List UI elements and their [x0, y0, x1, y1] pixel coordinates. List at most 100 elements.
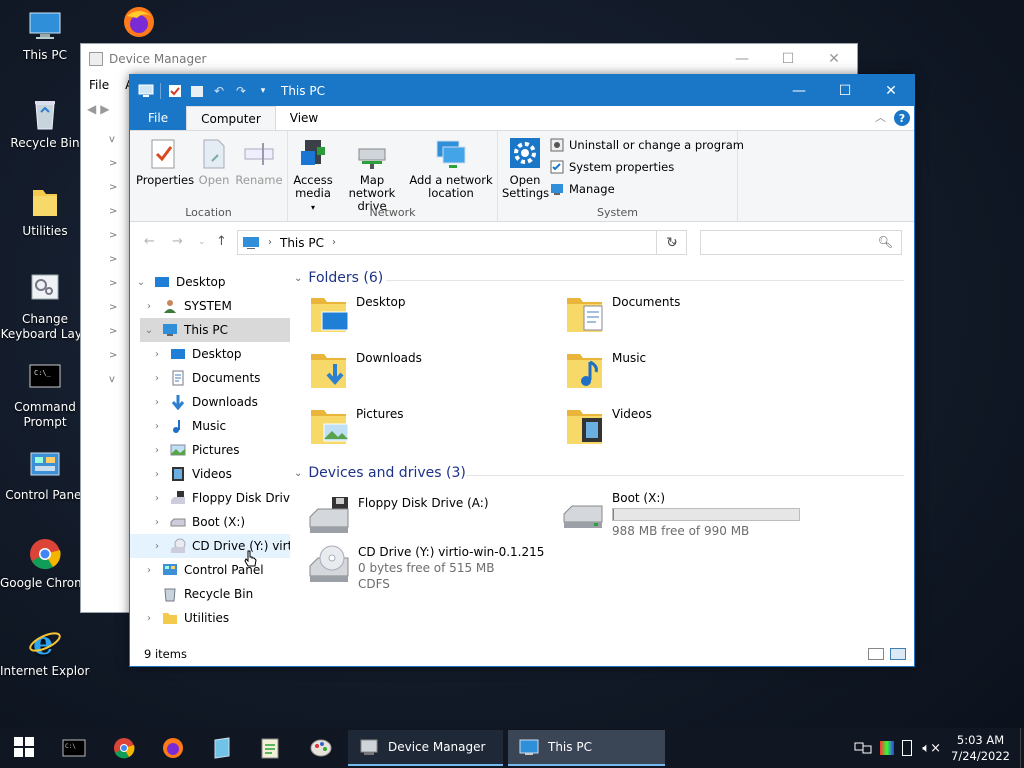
- back-arrow-icon[interactable]: ←: [144, 234, 155, 249]
- collapsed-chevron-icon[interactable]: ›: [152, 397, 162, 408]
- show-desktop-button[interactable]: [1020, 728, 1024, 768]
- forward-arrow-icon[interactable]: →: [172, 234, 183, 249]
- breadcrumb-chevron-icon[interactable]: ›: [268, 237, 272, 248]
- search-input[interactable]: 🔍︎: [700, 230, 902, 255]
- address-bar[interactable]: › This PC › ⌄: [237, 230, 687, 255]
- tree-chevron-icon[interactable]: >: [87, 158, 133, 182]
- drive-cd[interactable]: CD Drive (Y:) virtio-win-0.1.215 0 bytes…: [298, 544, 558, 596]
- collapsed-chevron-icon[interactable]: ›: [152, 493, 162, 504]
- folder-item[interactable]: Documents: [564, 292, 680, 336]
- desktop-icon-internet-explorer[interactable]: e Internet Explorer: [0, 624, 90, 679]
- desktop-icon-google-chrome[interactable]: Google Chrome: [0, 536, 90, 591]
- nav-item[interactable]: › Desktop: [130, 342, 290, 366]
- folders-section-header[interactable]: ⌄ Folders (6): [294, 270, 904, 286]
- taskbar-app-notebook[interactable]: [210, 736, 234, 760]
- tab-view[interactable]: View: [276, 106, 332, 130]
- collapsed-chevron-icon[interactable]: ›: [152, 517, 162, 528]
- close-button[interactable]: ✕: [868, 75, 914, 106]
- nav-item[interactable]: Recycle Bin: [130, 582, 290, 606]
- maximize-button[interactable]: ☐: [765, 44, 811, 74]
- expanded-chevron-icon[interactable]: ⌄: [144, 325, 154, 336]
- nav-item[interactable]: › SYSTEM: [130, 294, 290, 318]
- desktop-icon-recycle-bin[interactable]: Recycle Bin: [0, 96, 90, 151]
- open-settings-button[interactable]: Open Settings: [502, 137, 549, 200]
- tree-chevron-icon[interactable]: >: [87, 278, 133, 302]
- drive-floppy[interactable]: Floppy Disk Drive (A:): [298, 495, 538, 540]
- new-folder-icon[interactable]: [189, 83, 205, 99]
- taskbar-chrome[interactable]: [112, 736, 136, 760]
- folder-item[interactable]: Videos: [564, 404, 652, 448]
- system-properties-button[interactable]: System properties: [550, 157, 674, 177]
- nav-item[interactable]: › Boot (X:): [130, 510, 290, 534]
- taskbar-this-pc[interactable]: This PC: [508, 730, 665, 766]
- collapsed-chevron-icon[interactable]: ›: [152, 421, 162, 432]
- tab-computer[interactable]: Computer: [186, 106, 276, 130]
- redo-icon[interactable]: ↷: [233, 83, 249, 99]
- tree-chevron-icon[interactable]: v: [87, 134, 133, 158]
- minimize-button[interactable]: —: [776, 75, 822, 106]
- nav-item[interactable]: › Music: [130, 414, 290, 438]
- start-button[interactable]: [13, 736, 37, 760]
- collapsed-chevron-icon[interactable]: ›: [152, 469, 162, 480]
- tree-chevron-icon[interactable]: >: [87, 254, 133, 278]
- taskbar-app-notepad[interactable]: [258, 736, 282, 760]
- color-management-icon[interactable]: [880, 741, 895, 755]
- tree-chevron-icon[interactable]: >: [87, 302, 133, 326]
- uninstall-program-button[interactable]: Uninstall or change a program: [550, 135, 744, 155]
- nav-item[interactable]: › Pictures: [130, 438, 290, 462]
- nav-item[interactable]: ⌄ This PC: [140, 318, 290, 342]
- expanded-chevron-icon[interactable]: ⌄: [136, 277, 146, 288]
- manage-button[interactable]: Manage: [550, 179, 615, 199]
- rename-button[interactable]: Rename: [234, 137, 284, 187]
- nav-item[interactable]: › CD Drive (Y:) virtic: [130, 534, 290, 558]
- tree-chevron-icon[interactable]: >: [87, 182, 133, 206]
- desktop-icon-control-panel[interactable]: Control Panel: [0, 448, 90, 503]
- nav-item[interactable]: › Documents: [130, 366, 290, 390]
- maximize-button[interactable]: ☐: [822, 75, 868, 106]
- nav-item[interactable]: › Videos: [130, 462, 290, 486]
- large-icons-view-icon[interactable]: [890, 648, 906, 660]
- properties-button[interactable]: Properties: [136, 137, 194, 187]
- help-icon[interactable]: ?: [894, 110, 910, 126]
- folder-item[interactable]: Desktop: [308, 292, 406, 336]
- details-view-icon[interactable]: [868, 648, 884, 660]
- tree-chevron-icon[interactable]: v: [87, 374, 133, 398]
- nav-item[interactable]: › Downloads: [130, 390, 290, 414]
- desktop-icon-firefox[interactable]: [94, 4, 184, 44]
- drives-section-header[interactable]: ⌄ Devices and drives (3): [294, 465, 904, 481]
- tree-chevron-icon[interactable]: >: [87, 326, 133, 350]
- properties-check-icon[interactable]: [167, 83, 183, 99]
- open-button[interactable]: Open: [196, 137, 232, 187]
- desktop-icon-utilities[interactable]: Utilities: [0, 184, 90, 239]
- tree-chevron-icon[interactable]: >: [87, 230, 133, 254]
- minimize-button[interactable]: —: [719, 44, 765, 74]
- add-network-location-button[interactable]: Add a network location: [408, 137, 494, 200]
- desktop-icon-this-pc[interactable]: This PC: [0, 8, 90, 63]
- collapsed-chevron-icon[interactable]: ›: [144, 301, 154, 312]
- back-arrow-icon[interactable]: ◀: [87, 102, 96, 116]
- usb-device-icon[interactable]: [902, 740, 913, 756]
- breadcrumb-chevron-icon[interactable]: ›: [332, 237, 336, 248]
- drive-boot[interactable]: Boot (X:) 988 MB free of 990 MB: [552, 490, 812, 542]
- title-bar[interactable]: Device Manager — ☐ ✕: [81, 44, 857, 74]
- taskbar-command-prompt[interactable]: C:\: [62, 736, 86, 760]
- nav-item[interactable]: › Control Panel: [130, 558, 290, 582]
- collapse-ribbon-icon[interactable]: ︿: [875, 109, 886, 125]
- taskbar-app-paint[interactable]: [309, 736, 333, 760]
- nav-item[interactable]: ⌄ Desktop: [130, 270, 290, 294]
- collapsed-chevron-icon[interactable]: ›: [152, 541, 162, 552]
- title-bar[interactable]: ↶ ↷ ▾ This PC — ☐ ✕: [130, 75, 914, 106]
- recent-locations-chevron-icon[interactable]: ⌄: [198, 237, 206, 247]
- nav-item[interactable]: › Floppy Disk Drive: [130, 486, 290, 510]
- file-explorer-window[interactable]: ↶ ↷ ▾ This PC — ☐ ✕ File Computer View ︿…: [129, 74, 915, 667]
- up-arrow-icon[interactable]: ↑: [216, 234, 227, 249]
- close-button[interactable]: ✕: [811, 44, 857, 74]
- taskbar-device-manager[interactable]: Device Manager: [348, 730, 503, 766]
- folder-item[interactable]: Music: [564, 348, 646, 392]
- clock[interactable]: 5:03 AM 7/24/2022: [951, 732, 1010, 764]
- collapsed-chevron-icon[interactable]: ›: [144, 613, 154, 624]
- volume-muted-icon[interactable]: 🔈︎×: [922, 741, 941, 756]
- collapsed-chevron-icon[interactable]: ›: [152, 349, 162, 360]
- taskbar-firefox[interactable]: [161, 736, 185, 760]
- tree-chevron-icon[interactable]: >: [87, 350, 133, 374]
